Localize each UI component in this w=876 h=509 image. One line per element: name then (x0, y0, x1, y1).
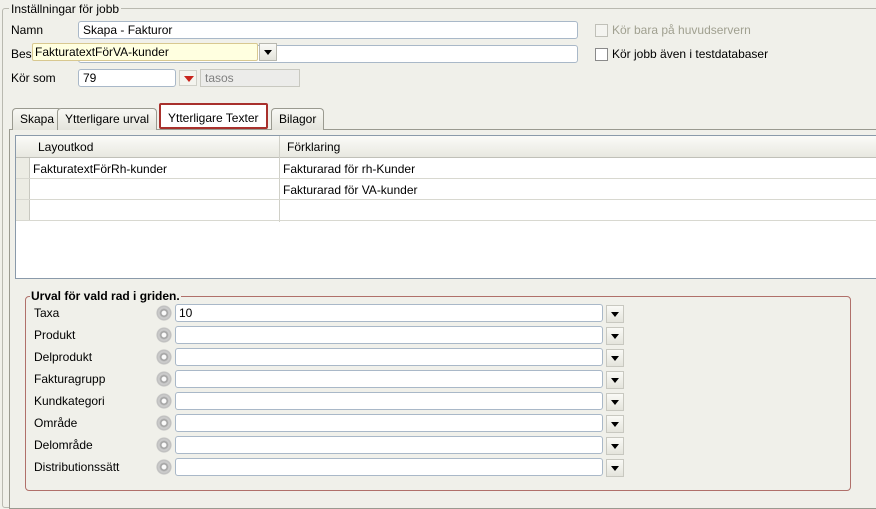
kor-som-input[interactable]: 79 (78, 69, 176, 87)
delprodukt-dropdown-icon[interactable] (606, 349, 624, 367)
kundkategori-label: Kundkategori (34, 394, 105, 408)
kor-som-label: Kör som (11, 71, 56, 85)
omrade-label: Område (34, 416, 78, 430)
omrade-input[interactable] (175, 414, 603, 432)
gear-icon[interactable] (155, 392, 173, 410)
cell-forklaring: Fakturarad för VA-kunder (283, 183, 418, 197)
kor-som-dropdown-icon[interactable] (179, 70, 197, 86)
taxa-input[interactable]: 10 (175, 304, 603, 322)
gear-icon[interactable] (155, 304, 173, 322)
table-row[interactable]: FakturatextFörRh-kunder Fakturarad för r… (16, 158, 876, 179)
urval-title: Urval för vald rad i griden. (30, 289, 181, 303)
tab-bilagor[interactable]: Bilagor (271, 108, 325, 130)
taxa-label: Taxa (34, 306, 60, 320)
job-settings-title: Inställningar för jobb (9, 2, 122, 16)
column-layoutkod[interactable]: Layoutkod (38, 140, 93, 154)
huvudservern-checkbox[interactable] (595, 24, 608, 37)
gear-icon[interactable] (155, 458, 173, 476)
table-row[interactable]: Fakturarad för VA-kunder (16, 179, 876, 200)
distributionssatt-dropdown-icon[interactable] (606, 459, 624, 477)
testdatabaser-checkbox[interactable] (595, 48, 608, 61)
layout-grid: Layoutkod Förklaring FakturatextFörRh-ku… (15, 135, 876, 279)
gear-icon[interactable] (155, 414, 173, 432)
table-row-new[interactable] (16, 200, 876, 221)
huvudservern-label: Kör bara på huvudservern (612, 23, 751, 37)
namn-input[interactable]: Skapa - Fakturor (78, 21, 578, 39)
delomrade-input[interactable] (175, 436, 603, 454)
produkt-input[interactable] (175, 326, 603, 344)
produkt-dropdown-icon[interactable] (606, 327, 624, 345)
delprodukt-input[interactable] (175, 348, 603, 366)
kundkategori-dropdown-icon[interactable] (606, 393, 624, 411)
delomrade-dropdown-icon[interactable] (606, 437, 624, 455)
tab-ytterligare-urval[interactable]: Ytterligare urval (57, 108, 158, 130)
column-forklaring[interactable]: Förklaring (287, 140, 340, 154)
testdatabaser-label: Kör jobb även i testdatabaser (612, 47, 769, 61)
gear-icon[interactable] (155, 326, 173, 344)
distributionssatt-input[interactable] (175, 458, 603, 476)
delprodukt-label: Delprodukt (34, 350, 93, 364)
gear-icon[interactable] (155, 348, 173, 366)
delomrade-label: Delområde (34, 438, 93, 452)
gear-icon[interactable] (155, 370, 173, 388)
tab-ytterligare-texter[interactable]: Ytterligare Texter (159, 103, 268, 129)
cell-layoutkod: FakturatextFörRh-kunder (33, 162, 168, 176)
fakturagrupp-input[interactable] (175, 370, 603, 388)
distributionssatt-label: Distributionssätt (34, 460, 120, 474)
tab-skapa[interactable]: Skapa (12, 108, 63, 130)
kor-som-user-field: tasos (200, 69, 300, 87)
fakturagrupp-label: Fakturagrupp (34, 372, 106, 386)
layoutkod-dropdown-icon[interactable] (259, 43, 277, 61)
omrade-dropdown-icon[interactable] (606, 415, 624, 433)
gear-icon[interactable] (155, 436, 173, 454)
layoutkod-edit-input[interactable]: FakturatextFörVA-kunder (32, 43, 258, 61)
fakturagrupp-dropdown-icon[interactable] (606, 371, 624, 389)
cell-forklaring: Fakturarad för rh-Kunder (283, 162, 416, 176)
taxa-dropdown-icon[interactable] (606, 305, 624, 323)
produkt-label: Produkt (34, 328, 76, 342)
namn-label: Namn (11, 23, 44, 37)
kundkategori-input[interactable] (175, 392, 603, 410)
grid-header: Layoutkod Förklaring (16, 136, 876, 158)
